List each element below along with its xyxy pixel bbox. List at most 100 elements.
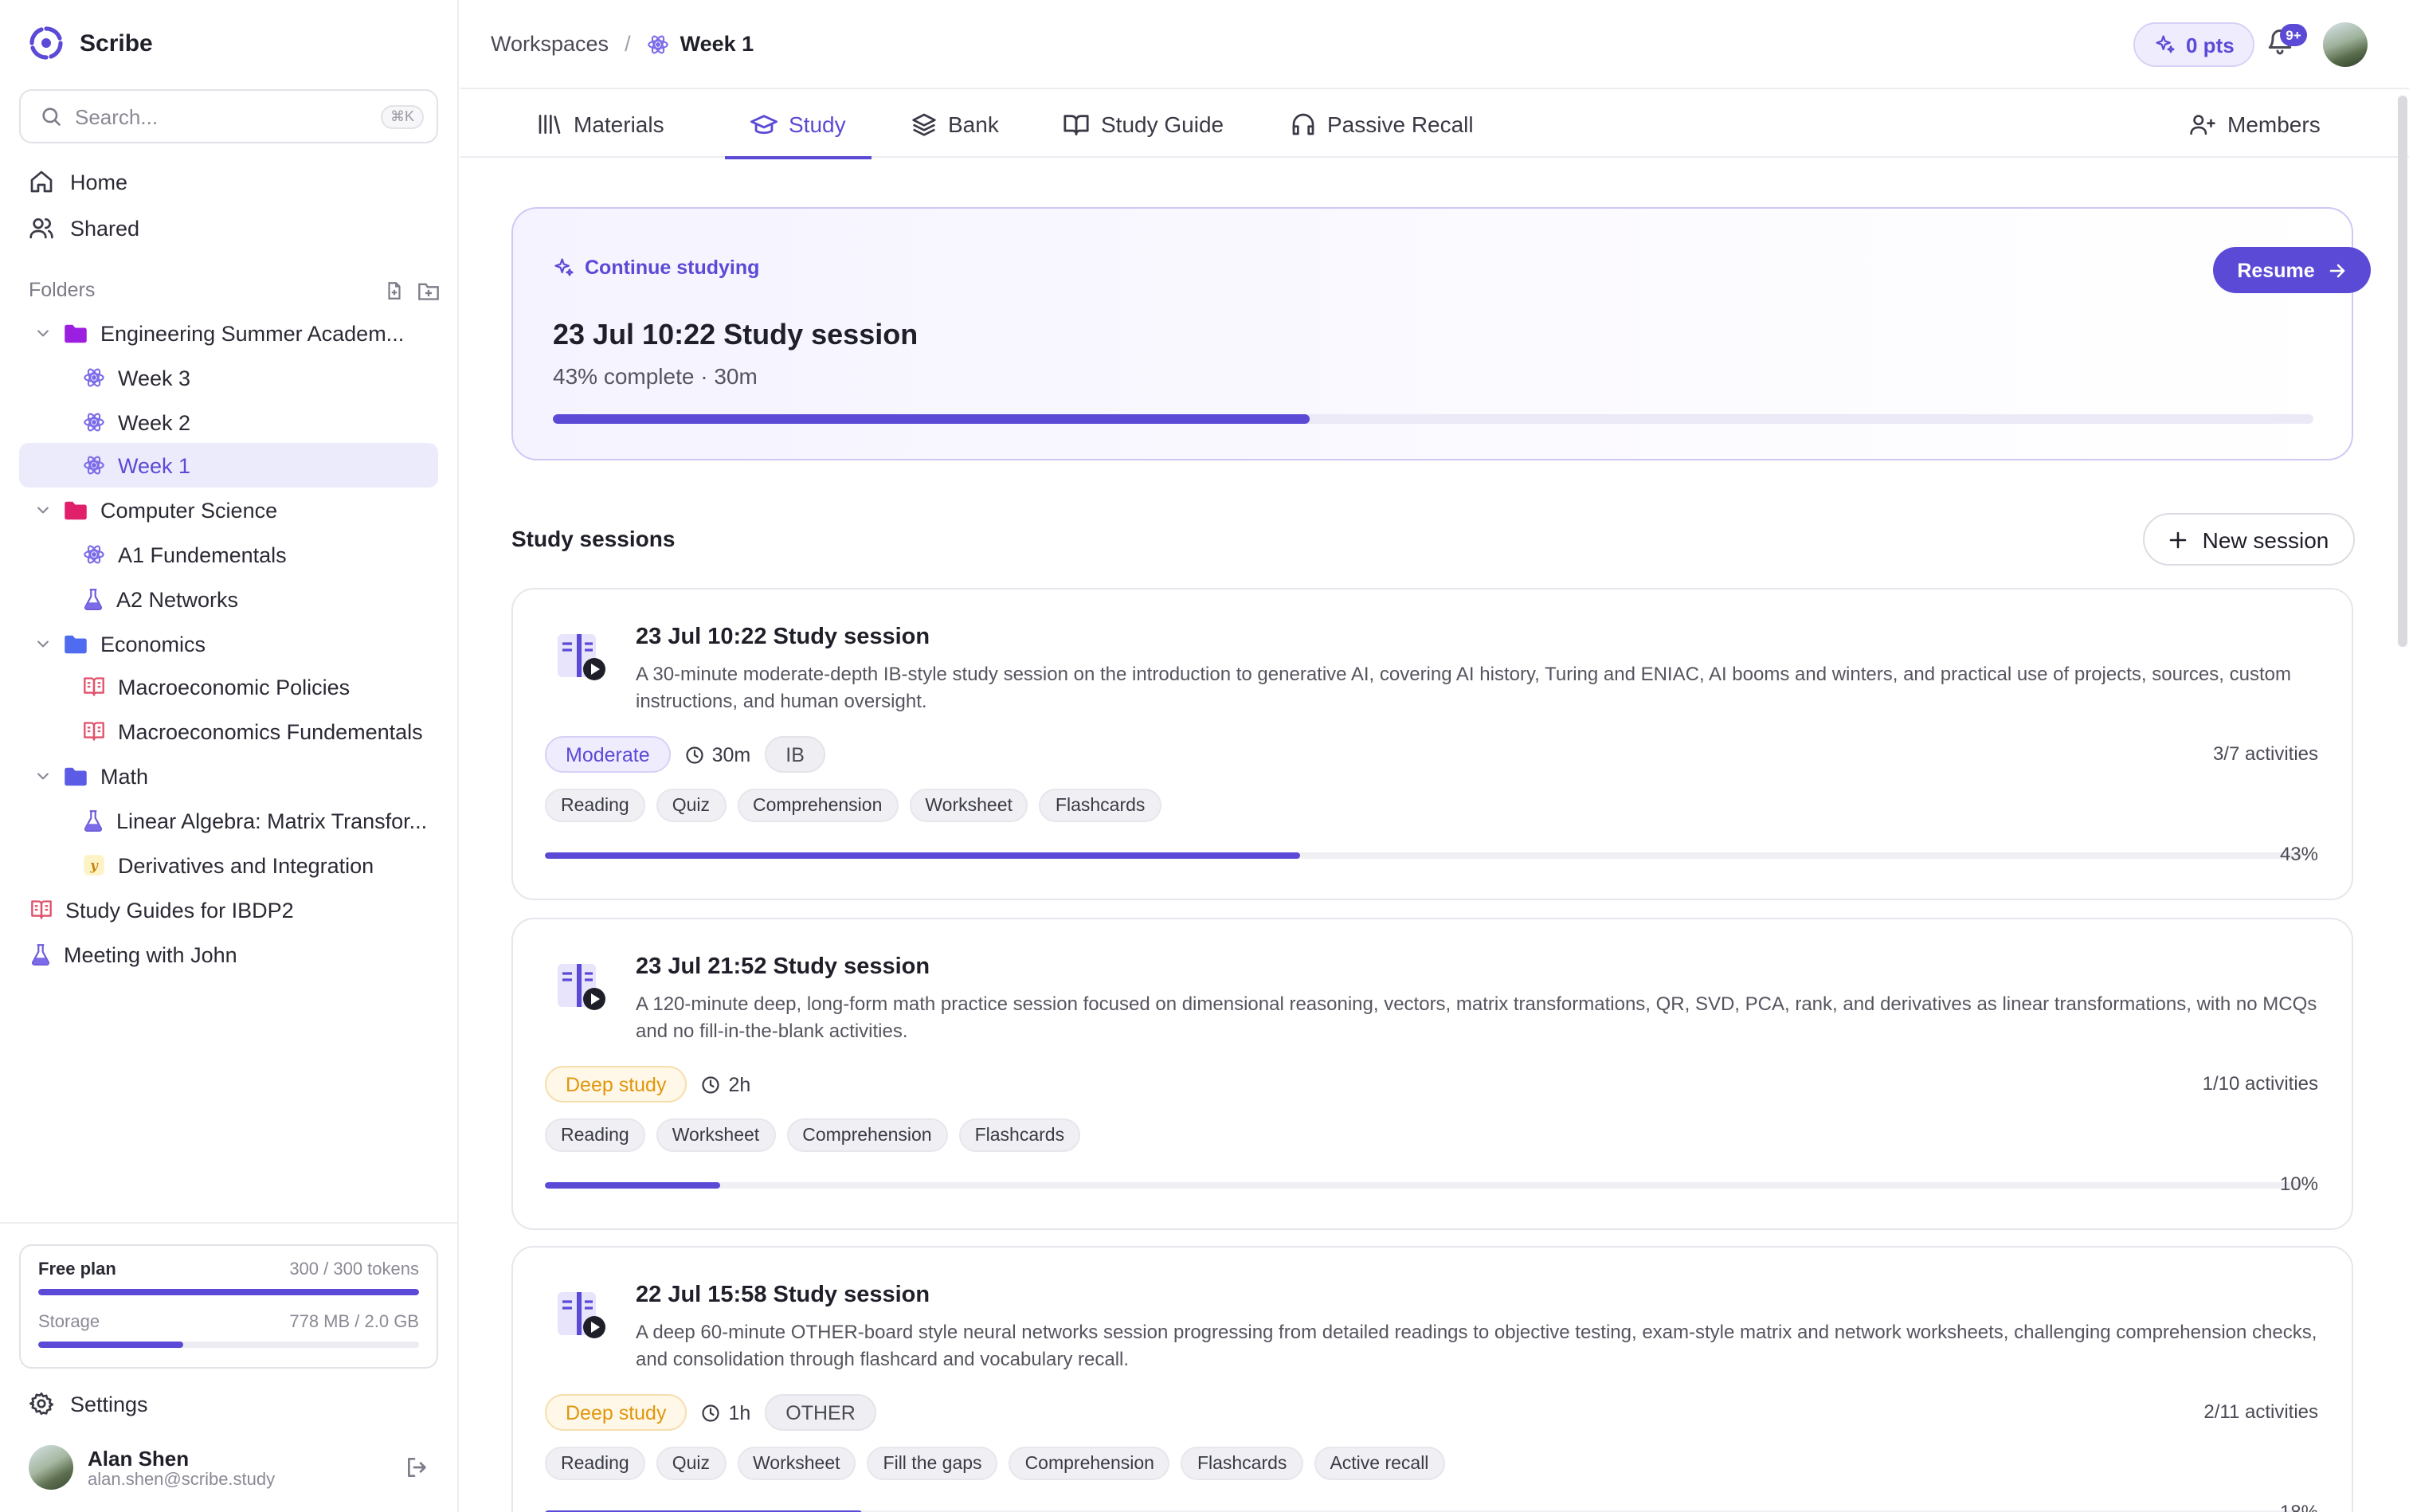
- tree-item-label: Macroeconomics Fundementals: [118, 719, 423, 743]
- continue-title: 23 Jul 10:22 Study session: [553, 319, 919, 351]
- breadcrumb-workspaces[interactable]: Workspaces: [491, 32, 609, 56]
- board-badge: IB: [765, 736, 825, 773]
- atom-icon: [647, 33, 669, 55]
- function-icon: y: [83, 854, 105, 876]
- settings-label: Settings: [70, 1392, 148, 1416]
- storage-bar-fill: [38, 1342, 183, 1348]
- folder-item[interactable]: Engineering Summer Academ...: [19, 311, 438, 355]
- flask-icon: [83, 588, 104, 610]
- chevron-down-icon[interactable]: [30, 636, 56, 652]
- tab-materials-label: Materials: [574, 112, 664, 137]
- nav-home[interactable]: Home: [29, 169, 127, 194]
- tree-item-label: Week 3: [118, 366, 191, 390]
- user-profile[interactable]: Alan Shen alan.shen@scribe.study: [29, 1445, 430, 1490]
- workspace-item[interactable]: Week 1: [19, 443, 438, 488]
- folder-icon: [64, 633, 88, 654]
- storage-value: 778 MB / 2.0 GB: [289, 1313, 419, 1332]
- activity-chip: Fill the gaps: [867, 1447, 998, 1480]
- scrollbar[interactable]: [2398, 96, 2407, 647]
- activity-chip: Reading: [545, 1118, 645, 1152]
- tab-bank-label: Bank: [948, 112, 999, 137]
- tab-materials[interactable]: Materials: [537, 91, 664, 158]
- members-label: Members: [2227, 112, 2321, 137]
- depth-badge: Deep study: [545, 1066, 687, 1103]
- tree-item-label: Engineering Summer Academ...: [100, 321, 405, 345]
- workspace-item[interactable]: Linear Algebra: Matrix Transfor...: [19, 798, 438, 843]
- open-book-icon: [1063, 112, 1090, 136]
- activity-chip: Worksheet: [737, 1447, 856, 1480]
- workspace-item[interactable]: Macroeconomics Fundementals: [19, 709, 438, 754]
- duration-label: 2h: [728, 1073, 751, 1095]
- points-badge[interactable]: 0 pts: [2133, 22, 2255, 67]
- clock-icon: [701, 1075, 720, 1094]
- new-file-icon[interactable]: [384, 280, 405, 300]
- workspace-item[interactable]: Study Guides for IBDP2: [19, 887, 438, 932]
- activity-chip: Reading: [545, 789, 645, 822]
- workspace-item[interactable]: Week 3: [19, 355, 438, 400]
- storage-bar: [38, 1342, 419, 1348]
- session-book-icon: [554, 959, 609, 1013]
- new-folder-icon[interactable]: [417, 280, 440, 300]
- workspace-item[interactable]: Macroeconomic Policies: [19, 664, 438, 709]
- logout-icon[interactable]: [405, 1455, 430, 1480]
- session-card[interactable]: 22 Jul 15:58 Study session A deep 60-min…: [511, 1246, 2353, 1512]
- new-session-button[interactable]: New session: [2143, 513, 2355, 566]
- tab-study[interactable]: Study: [725, 91, 872, 159]
- chevron-down-icon[interactable]: [30, 768, 56, 784]
- folder-icon: [64, 766, 88, 786]
- session-card[interactable]: 23 Jul 10:22 Study session A 30-minute m…: [511, 588, 2353, 900]
- continue-tag-label: Continue studying: [585, 257, 760, 279]
- search-input[interactable]: Search... ⌘K: [19, 89, 438, 143]
- activity-chip: Flashcards: [958, 1118, 1081, 1152]
- chevron-down-icon[interactable]: [30, 325, 56, 341]
- activity-chip: Comprehension: [1009, 1447, 1170, 1480]
- session-meta: Moderate 30m IB: [545, 736, 825, 773]
- tokens-bar: [38, 1289, 419, 1295]
- new-session-label: New session: [2202, 527, 2329, 552]
- tab-bank[interactable]: Bank: [911, 91, 999, 158]
- nav-shared[interactable]: Shared: [29, 215, 139, 241]
- workspace-item[interactable]: Meeting with John: [19, 932, 438, 977]
- session-title: 22 Jul 15:58 Study session: [636, 1283, 930, 1308]
- avatar: [29, 1445, 73, 1490]
- users-icon: [29, 215, 54, 241]
- gear-icon: [29, 1391, 54, 1416]
- continue-tag: Continue studying: [553, 257, 759, 279]
- activity-chip: Reading: [545, 1447, 645, 1480]
- workspace-item[interactable]: A2 Networks: [19, 577, 438, 621]
- folder-item[interactable]: Math: [19, 754, 438, 798]
- folder-item[interactable]: Economics: [19, 621, 438, 666]
- activity-chip: Worksheet: [656, 1118, 776, 1152]
- tree-item-label: Week 1: [118, 453, 191, 477]
- atom-icon: [83, 543, 105, 566]
- folder-icon: [64, 323, 88, 343]
- breadcrumb-current[interactable]: Week 1: [647, 32, 754, 56]
- headphones-icon: [1291, 112, 1316, 137]
- user-email: alan.shen@scribe.study: [88, 1470, 276, 1489]
- activities-count: 2/11 activities: [2203, 1400, 2318, 1423]
- folder-item[interactable]: Computer Science: [19, 488, 438, 532]
- activity-chips: Reading Quiz Comprehension Worksheet Flashca…: [545, 789, 1161, 822]
- avatar[interactable]: [2323, 22, 2368, 67]
- settings-button[interactable]: Settings: [29, 1391, 148, 1416]
- notification-count: 9+: [2280, 24, 2307, 46]
- workspace-item[interactable]: y Derivatives and Integration: [19, 843, 438, 887]
- session-card[interactable]: 23 Jul 21:52 Study session A 120-minute …: [511, 918, 2353, 1230]
- tree-item-label: Study Guides for IBDP2: [65, 898, 294, 922]
- brand[interactable]: Scribe: [27, 24, 153, 62]
- tab-passive-recall[interactable]: Passive Recall: [1291, 91, 1474, 158]
- folders-header: Folders: [29, 279, 440, 301]
- resume-button[interactable]: Resume: [2213, 247, 2371, 293]
- sidebar-divider: [0, 1222, 459, 1224]
- members-button[interactable]: Members: [2189, 91, 2321, 158]
- workspace-item[interactable]: Week 2: [19, 400, 438, 445]
- tree-item-label: A2 Networks: [116, 587, 239, 611]
- chevron-down-icon[interactable]: [30, 502, 56, 518]
- workspace-item[interactable]: A1 Fundementals: [19, 532, 438, 577]
- session-description: A deep 60-minute OTHER-board style neura…: [636, 1321, 2317, 1369]
- tab-study-guide[interactable]: Study Guide: [1063, 91, 1224, 158]
- tree-item-label: Week 2: [118, 410, 191, 434]
- continue-progress-fill: [553, 414, 1310, 424]
- tree-item-label: Derivatives and Integration: [118, 853, 374, 877]
- activity-chip: Comprehension: [737, 789, 899, 822]
